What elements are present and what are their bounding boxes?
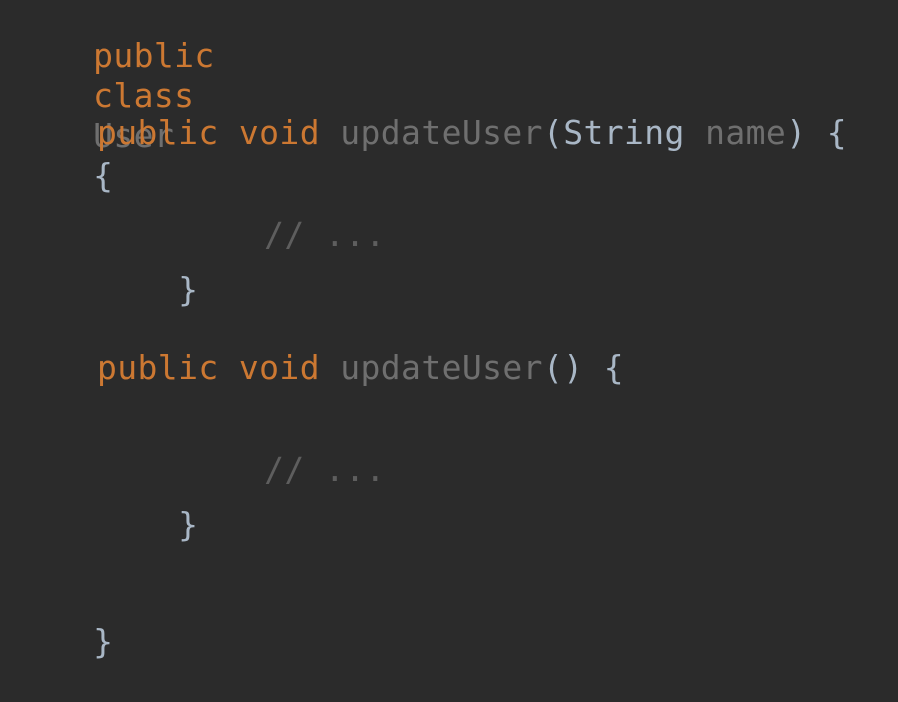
code-editor[interactable]: public class User { public void updateUs… — [0, 0, 898, 661]
keyword-public: public — [93, 36, 215, 75]
param-name: name — [705, 113, 787, 152]
keyword-void: void — [238, 348, 320, 387]
comment: // ... — [264, 450, 386, 489]
open-brace: { — [93, 156, 114, 195]
method-name: updateUser — [340, 348, 543, 387]
open-paren: ( — [542, 113, 564, 152]
keyword-public: public — [97, 113, 219, 152]
keyword-void: void — [238, 113, 320, 152]
close-brace: } — [178, 270, 199, 309]
comment: // ... — [264, 215, 386, 254]
method2-signature-line: public void updateUser() { — [97, 348, 624, 388]
keyword-class: class — [93, 76, 195, 115]
method2-end-line: } — [97, 465, 198, 544]
keyword-public: public — [97, 348, 219, 387]
method1-comment-line: // ... — [183, 175, 386, 254]
method2-comment-line: // ... — [183, 410, 386, 489]
method-name: updateUser — [340, 113, 543, 152]
class-close-brace: } — [93, 622, 114, 661]
parens-brace: () { — [542, 348, 625, 387]
method1-end-line: } — [97, 230, 198, 309]
class-declaration-line: public class User { — [12, 0, 215, 195]
close-paren-brace: ) { — [786, 113, 847, 152]
class-end-line: } — [12, 582, 113, 661]
param-type: String — [563, 113, 685, 152]
method1-signature-line: public void updateUser(String name) { — [97, 113, 847, 153]
close-brace: } — [178, 505, 199, 544]
